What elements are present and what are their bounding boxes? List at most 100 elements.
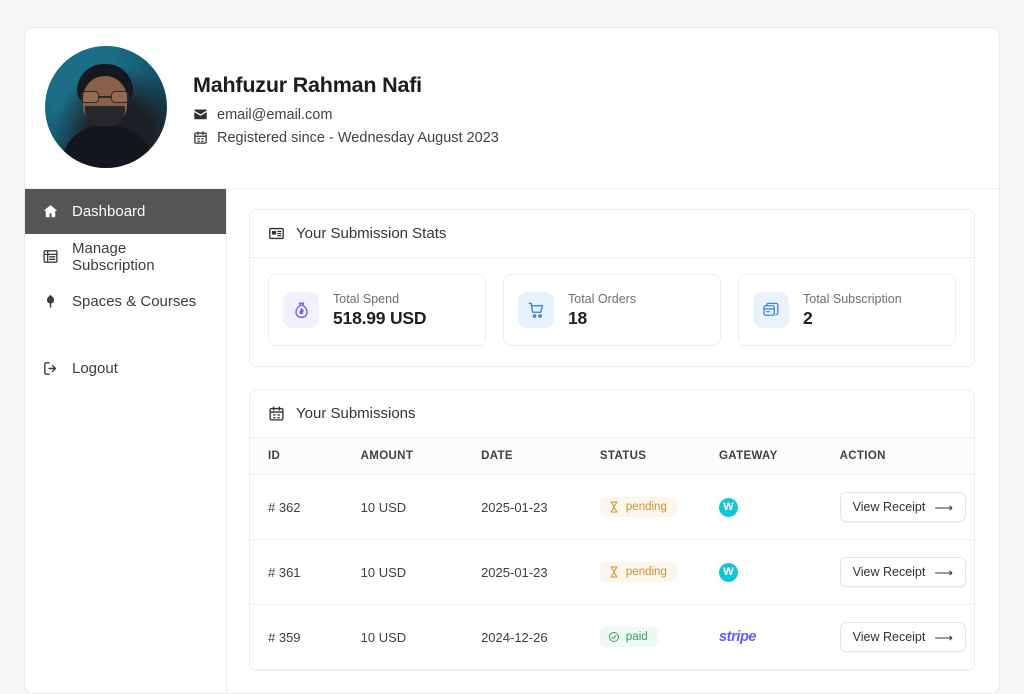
cell-date: 2025-01-23 [481, 539, 600, 605]
money-bag-icon [283, 292, 319, 328]
profile-info: Mahfuzur Rahman Nafi email@email.com Reg… [193, 69, 499, 146]
stat-value: 18 [568, 307, 588, 328]
profile-email: email@email.com [217, 106, 333, 123]
stat-value: 2 [803, 307, 813, 328]
cell-status: pending [599, 539, 719, 605]
home-icon [42, 203, 59, 220]
calendar-icon [268, 405, 285, 422]
view-receipt-label: View Receipt [852, 565, 926, 579]
profile-name: Mahfuzur Rahman Nafi [193, 72, 422, 97]
profile-registered-row: Registered since - Wednesday August 2023 [193, 130, 499, 146]
stat-label: Total Spend [333, 291, 400, 306]
sidebar: Dashboard Manage Subscription Spaces & C… [25, 189, 227, 693]
sidebar-item-label: Spaces & Courses [72, 293, 197, 310]
arrow-right-icon: ⟶ [934, 629, 953, 645]
sidebar-item-dashboard[interactable]: Dashboard [25, 189, 226, 234]
cell-amount: 10 USD [360, 474, 482, 540]
spaces-icon [42, 293, 59, 310]
stats-panel-title: Your Submission Stats [296, 225, 447, 242]
sidebar-item-label: Dashboard [72, 203, 146, 220]
sidebar-item-logout[interactable]: Logout [25, 346, 226, 391]
stats-row: Total Spend 518.99 USD Total Orders 18 T… [250, 258, 974, 366]
submissions-panel-title: Your Submissions [296, 405, 416, 422]
status-badge: pending [599, 562, 677, 582]
column-header-action: ACTION [839, 438, 974, 475]
cell-amount: 10 USD [360, 539, 482, 605]
table-body: # 362 10 USD 2025-01-23 pending W View R… [250, 474, 974, 670]
view-receipt-button[interactable]: View Receipt ⟶ [839, 492, 966, 522]
hourglass-icon [608, 566, 620, 578]
profile-header: Mahfuzur Rahman Nafi email@email.com Reg… [25, 28, 999, 188]
sidebar-item-manage-subscription[interactable]: Manage Subscription [25, 234, 226, 279]
column-header-amount: AMOUNT [360, 438, 482, 475]
subscription-card-icon [753, 292, 789, 328]
gateway-wave-icon: W [719, 562, 738, 582]
avatar [45, 46, 167, 168]
stripe-logo: stripe [719, 629, 757, 645]
id-card-icon [268, 225, 285, 242]
table-header-row: ID AMOUNT DATE STATUS GATEWAY ACTION [250, 438, 974, 475]
cell-date: 2025-01-23 [481, 474, 600, 540]
cell-gateway: stripe [719, 604, 840, 670]
list-icon [42, 248, 59, 265]
status-badge: pending [599, 497, 677, 517]
stat-value: 518.99 USD [333, 307, 427, 328]
table-row: # 361 10 USD 2025-01-23 pending W View R… [250, 539, 974, 605]
hourglass-icon [608, 501, 620, 513]
sidebar-item-label: Manage Subscription [72, 239, 155, 274]
check-circle-icon [608, 631, 620, 643]
submissions-panel: Your Submissions ID AMOUNT DATE STATUS G… [249, 389, 975, 671]
status-badge: paid [599, 627, 658, 647]
cell-gateway: W [719, 474, 840, 540]
main-content: Your Submission Stats Total Spend 518.99… [227, 189, 999, 693]
column-header-status: STATUS [599, 438, 719, 475]
view-receipt-button[interactable]: View Receipt ⟶ [839, 622, 966, 652]
dashboard-body: Dashboard Manage Subscription Spaces & C… [25, 188, 999, 693]
stat-text-total-orders: Total Orders 18 [568, 292, 636, 329]
column-header-id: ID [250, 438, 361, 475]
gateway-wave-icon: W [719, 497, 738, 517]
stats-panel-header: Your Submission Stats [250, 210, 974, 258]
view-receipt-label: View Receipt [852, 500, 926, 514]
stat-text-total-spend: Total Spend 518.99 USD [333, 291, 427, 329]
status-label: pending [625, 566, 667, 578]
cell-status: pending [599, 474, 719, 540]
view-receipt-button[interactable]: View Receipt ⟶ [839, 557, 966, 587]
table-row: # 362 10 USD 2025-01-23 pending W View R… [250, 474, 974, 540]
cell-action: View Receipt ⟶ [839, 539, 974, 605]
stat-text-total-subscription: Total Subscription 2 [803, 292, 902, 329]
table-header: ID AMOUNT DATE STATUS GATEWAY ACTION [250, 438, 974, 475]
cell-action: View Receipt ⟶ [839, 474, 974, 540]
logout-icon [42, 360, 59, 377]
shopping-cart-icon [518, 292, 554, 328]
stat-label: Total Orders [568, 291, 637, 306]
cell-id: # 361 [250, 539, 361, 605]
sidebar-divider-space [25, 324, 226, 346]
profile-registered: Registered since - Wednesday August 2023 [217, 129, 499, 146]
arrow-right-icon: ⟶ [934, 564, 953, 580]
sidebar-item-spaces-courses[interactable]: Spaces & Courses [25, 279, 226, 324]
arrow-right-icon: ⟶ [934, 499, 953, 515]
cell-status: paid [599, 604, 719, 670]
cell-action: View Receipt ⟶ [839, 604, 974, 670]
submissions-panel-header: Your Submissions [250, 390, 974, 438]
status-label: paid [625, 631, 648, 643]
avatar-glasses [80, 91, 130, 103]
table-row: # 359 10 USD 2024-12-26 paid stripe View… [250, 604, 974, 670]
cell-date: 2024-12-26 [481, 604, 600, 670]
stat-label: Total Subscription [803, 291, 902, 306]
view-receipt-label: View Receipt [852, 630, 926, 644]
status-label: pending [625, 501, 667, 513]
submissions-table: ID AMOUNT DATE STATUS GATEWAY ACTION # 3… [250, 438, 974, 670]
envelope-icon [193, 107, 208, 122]
dashboard-card: Mahfuzur Rahman Nafi email@email.com Reg… [24, 27, 1000, 694]
cell-id: # 359 [250, 604, 361, 670]
profile-email-row: email@email.com [193, 107, 499, 123]
submission-stats-panel: Your Submission Stats Total Spend 518.99… [249, 209, 975, 367]
stat-card-total-spend: Total Spend 518.99 USD [268, 274, 486, 346]
cell-id: # 362 [250, 474, 361, 540]
gateway-label: W [723, 565, 734, 578]
stat-card-total-orders: Total Orders 18 [503, 274, 721, 346]
stat-card-total-subscription: Total Subscription 2 [738, 274, 956, 346]
column-header-gateway: GATEWAY [719, 438, 840, 475]
